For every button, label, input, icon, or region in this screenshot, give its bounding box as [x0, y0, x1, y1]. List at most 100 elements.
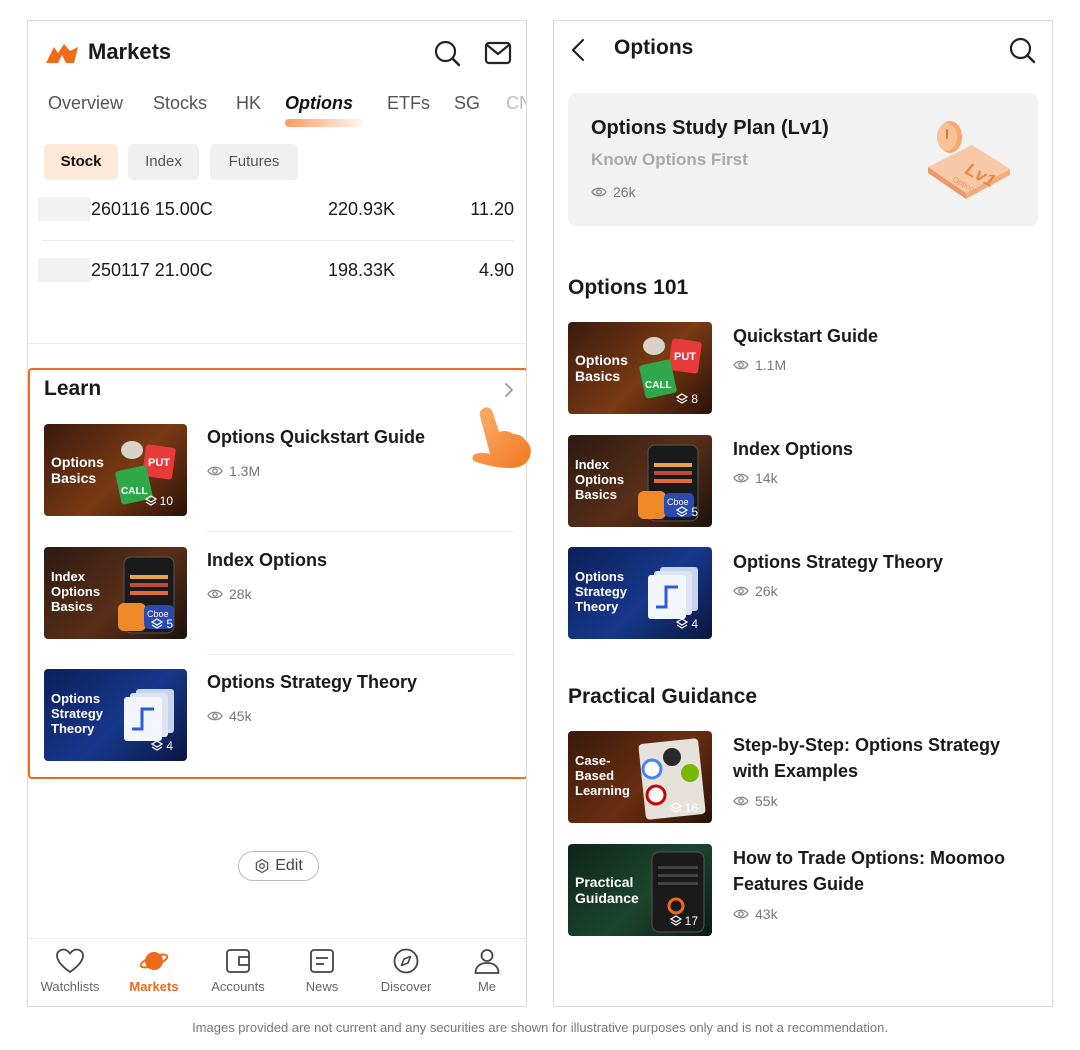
course-thumbnail[interactable]: Cboe Index Options Basics 5 [568, 435, 712, 527]
course-views: 28k [207, 586, 252, 602]
chip-futures[interactable]: Futures [210, 144, 298, 180]
tab-overview[interactable]: Overview [48, 93, 123, 114]
layers-icon [144, 495, 157, 506]
thumbnail-text: Options Basics [575, 352, 628, 384]
option-price: 4.90 [478, 260, 514, 280]
learn-section-title: Learn [44, 377, 102, 400]
tab-options[interactable]: Options [285, 93, 353, 114]
mail-icon[interactable] [484, 40, 512, 66]
compass-icon [393, 948, 419, 974]
course-title[interactable]: Options Strategy Theory [733, 549, 943, 575]
active-tab-underline [285, 119, 363, 127]
eye-icon [733, 473, 749, 483]
course-title[interactable]: Index Options [733, 436, 853, 462]
table-row[interactable]: 260116 15.00C 220.93K 11.20 [38, 197, 514, 257]
tab-sg[interactable]: SG [454, 93, 480, 114]
user-icon [474, 949, 500, 974]
option-price: 11.20 [470, 199, 514, 219]
section-title-practical-guidance: Practical Guidance [568, 685, 758, 708]
course-title[interactable]: Step-by-Step: Options Strategy with Exam… [733, 732, 1033, 784]
back-arrow-icon[interactable] [568, 37, 588, 63]
phone-chart-icon: Cboe [118, 556, 175, 634]
course-views: 14k [733, 470, 778, 486]
layers-icon [676, 618, 689, 629]
thumbnail-text: Index Options Basics [51, 569, 101, 614]
gear-icon [255, 858, 269, 874]
market-tabs: Overview Stocks HK Options ETFs SG CN [28, 93, 526, 129]
tab-cn[interactable]: CN [506, 93, 526, 114]
tab-stocks[interactable]: Stocks [153, 93, 207, 114]
course-views: 1.1M [733, 357, 786, 373]
chevron-right-icon[interactable] [502, 381, 516, 399]
course-thumbnail[interactable]: PUT CALL Options Basics 8 [568, 322, 712, 414]
search-icon[interactable] [1008, 36, 1036, 64]
nav-news[interactable]: News [280, 947, 364, 994]
put-label: PUT [674, 351, 696, 363]
nav-discover[interactable]: Discover [364, 947, 448, 994]
table-row[interactable]: 250117 21.00C 198.33K 4.90 [38, 258, 514, 318]
page-title: Markets [88, 39, 172, 64]
course-thumbnail[interactable]: PUT CALL Options Basics 10 [44, 424, 187, 516]
lesson-count-value: 5 [691, 505, 698, 519]
eye-icon [207, 711, 223, 721]
course-title[interactable]: Quickstart Guide [733, 323, 878, 349]
chip-stock[interactable]: Stock [44, 144, 118, 180]
tap-hand-icon [472, 407, 531, 468]
nav-me[interactable]: Me [445, 947, 526, 994]
nav-label: Me [477, 979, 497, 994]
nav-label: News [305, 979, 339, 994]
course-title[interactable]: How to Trade Options: Moomoo Features Gu… [733, 845, 1033, 897]
study-plan-subtitle: Know Options First [591, 150, 748, 169]
views-count: 1.3M [229, 463, 261, 479]
eye-icon [733, 909, 749, 919]
eye-icon [591, 187, 607, 197]
lesson-count: 5 [151, 617, 173, 631]
options-learn-screen: Options Options Study Plan (Lv1) Know Op… [553, 20, 1053, 1007]
planet-icon [139, 952, 169, 970]
views-count: 28k [229, 586, 252, 602]
views-count: 26k [613, 184, 636, 200]
news-icon [310, 949, 334, 973]
nav-accounts[interactable]: Accounts [196, 947, 280, 994]
search-icon[interactable] [433, 39, 461, 67]
tab-hk[interactable]: HK [236, 93, 261, 114]
study-plan-views: 26k [591, 184, 636, 200]
nav-watchlists[interactable]: Watchlists [28, 947, 112, 994]
course-views: 45k [207, 708, 252, 724]
markets-screen: Markets Overview Stocks HK Options ETFs … [27, 20, 527, 1007]
heart-icon [56, 948, 84, 974]
layers-icon [669, 915, 682, 926]
nav-label: Watchlists [40, 979, 100, 994]
course-thumbnail[interactable]: Cboe Index Options Basics 5 [44, 547, 187, 639]
lesson-count-value: 8 [691, 392, 698, 406]
course-title[interactable]: Options Strategy Theory [207, 669, 417, 695]
study-plan-card[interactable]: Options Study Plan (Lv1) Know Options Fi… [568, 93, 1038, 226]
course-title[interactable]: Options Quickstart Guide [207, 424, 425, 450]
lesson-count: 4 [151, 739, 173, 753]
study-plan-title: Options Study Plan (Lv1) [591, 117, 829, 139]
course-views: 55k [733, 793, 778, 809]
edit-button[interactable]: Edit [238, 851, 319, 881]
disclaimer-text: Images provided are not current and any … [192, 1020, 888, 1035]
strategy-cards-icon [648, 567, 698, 619]
course-thumbnail[interactable]: Case- Based Learning 16 [568, 731, 712, 823]
section-divider [28, 343, 526, 344]
course-thumbnail[interactable]: Options Strategy Theory 4 [568, 547, 712, 639]
wallet-icon [226, 949, 250, 973]
course-title[interactable]: Index Options [207, 547, 327, 573]
option-volume: 220.93K [327, 199, 395, 219]
symbol-placeholder [38, 258, 90, 282]
nav-label: Discover [380, 979, 432, 994]
lesson-count-value: 10 [159, 494, 173, 508]
course-thumbnail[interactable]: Options Strategy Theory 4 [44, 669, 187, 761]
nav-markets[interactable]: Markets [112, 947, 196, 994]
eye-icon [733, 360, 749, 370]
eye-icon [207, 466, 223, 476]
lesson-count: 8 [676, 392, 698, 406]
chip-index[interactable]: Index [128, 144, 199, 180]
course-views: 43k [733, 906, 778, 922]
tab-etfs[interactable]: ETFs [387, 93, 430, 114]
course-thumbnail[interactable]: Practical Guidance 17 [568, 844, 712, 936]
layers-icon [151, 740, 164, 751]
lesson-count: 4 [676, 617, 698, 631]
